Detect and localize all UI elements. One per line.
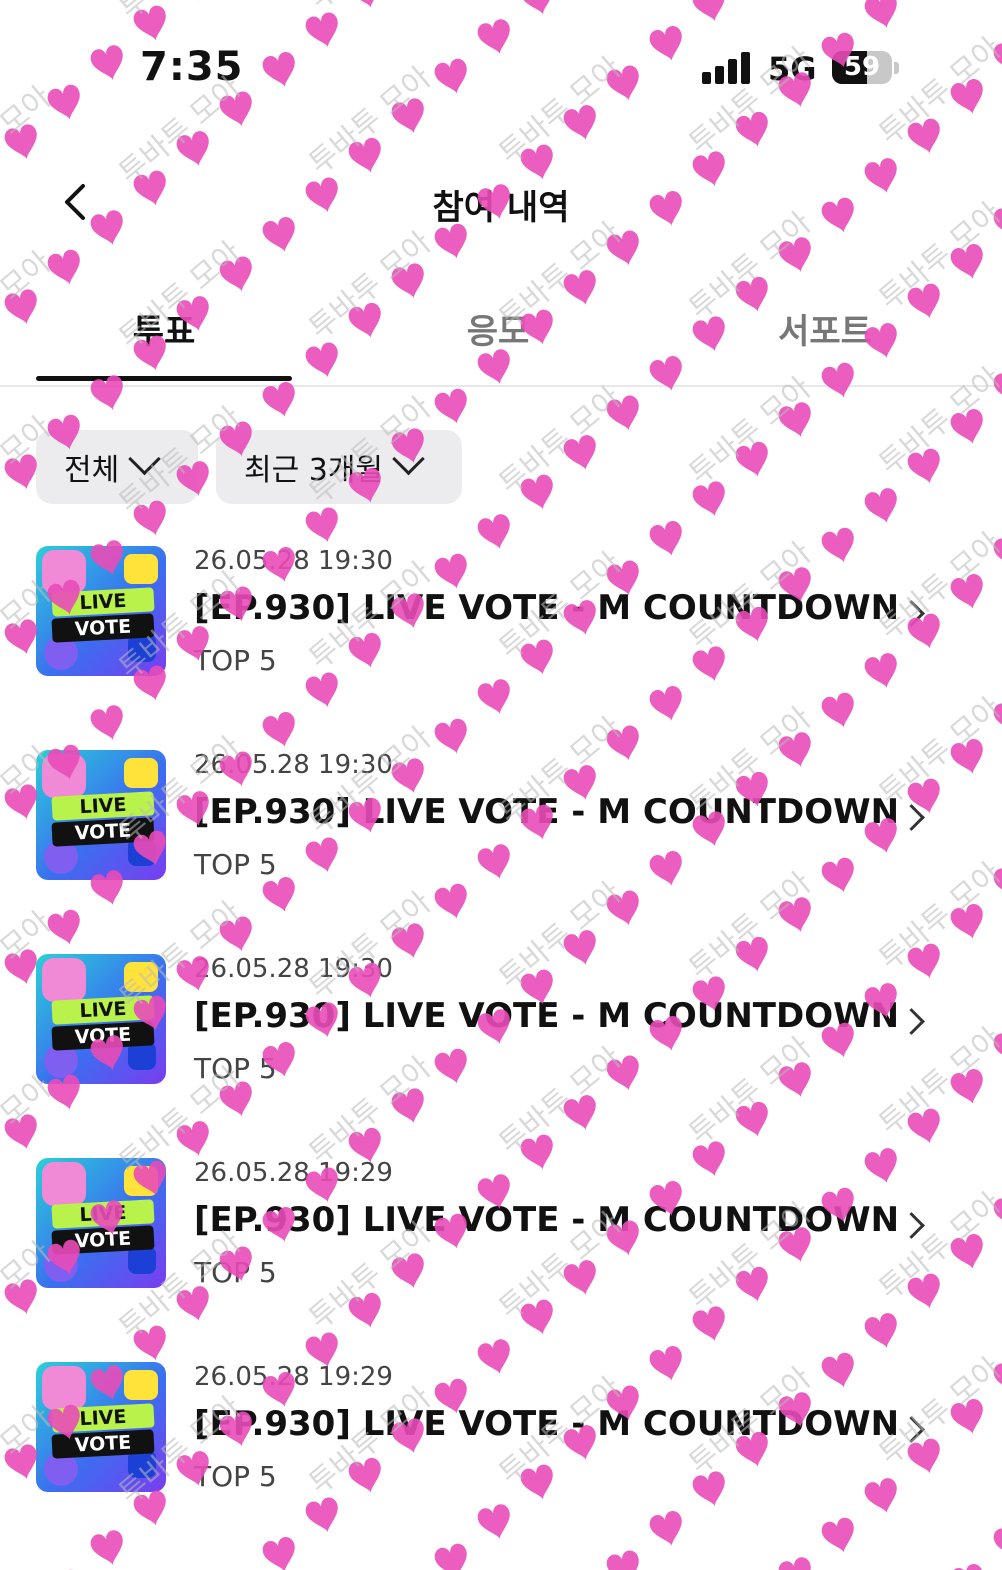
item-rank: TOP 5 bbox=[194, 1256, 277, 1289]
signal-icon bbox=[702, 52, 754, 84]
battery-icon: 59 bbox=[832, 51, 892, 84]
chevron-right-icon bbox=[898, 1416, 925, 1443]
heart-icon bbox=[735, 441, 768, 477]
battery-cap bbox=[894, 62, 899, 74]
header: 참여 내역 bbox=[0, 150, 1002, 250]
thumb-label: LIVE bbox=[51, 995, 155, 1025]
heart-icon bbox=[950, 409, 983, 445]
tab-support[interactable]: 서포트 bbox=[700, 304, 950, 353]
heart-icon bbox=[606, 395, 639, 431]
item-rank: TOP 5 bbox=[194, 1052, 277, 1085]
heart-icon bbox=[47, 249, 80, 285]
item-title: [EP.930] LIVE VOTE - M COUNTDOWN bbox=[194, 792, 900, 832]
live-vote-thumbnail: LIVE VOTE bbox=[36, 954, 166, 1084]
heart-icon bbox=[907, 448, 940, 484]
list-item[interactable]: LIVE VOTE 26.05.28 19:29 [EP.930] LIVE V… bbox=[0, 1336, 1002, 1540]
chevron-right-icon bbox=[898, 600, 925, 627]
tab-bar: 투표 응모 서포트 bbox=[0, 290, 1002, 387]
page-title: 참여 내역 bbox=[432, 188, 570, 228]
live-vote-thumbnail: LIVE VOTE bbox=[36, 1362, 166, 1492]
thumb-label: LIVE bbox=[51, 791, 155, 821]
item-date: 26.05.28 19:30 bbox=[194, 750, 393, 780]
status-bar: 7:35 5G 59 bbox=[0, 0, 1002, 130]
item-rank: TOP 5 bbox=[194, 1460, 277, 1493]
filter-period-dropdown[interactable]: 최근 3개월 bbox=[216, 430, 462, 504]
list-item[interactable]: LIVE VOTE 26.05.28 19:30 [EP.930] LIVE V… bbox=[0, 520, 1002, 724]
tab-entry[interactable]: 응모 bbox=[370, 304, 626, 353]
chevron-right-icon bbox=[898, 1008, 925, 1035]
heart-icon bbox=[778, 402, 811, 438]
battery-level: 59 bbox=[843, 52, 881, 82]
heart-icon bbox=[606, 1550, 639, 1570]
tab-vote[interactable]: 투표 bbox=[36, 304, 292, 353]
list-item[interactable]: LIVE VOTE 26.05.28 19:29 [EP.930] LIVE V… bbox=[0, 1132, 1002, 1336]
item-date: 26.05.28 19:30 bbox=[194, 954, 393, 984]
tab-indicator bbox=[36, 376, 292, 381]
live-vote-thumbnail: LIVE VOTE bbox=[36, 750, 166, 880]
filter-period-label: 최근 3개월 bbox=[244, 453, 384, 488]
chevron-right-icon bbox=[898, 1212, 925, 1239]
watermark-text: 투바투 모아 bbox=[683, 370, 819, 492]
item-rank: TOP 5 bbox=[194, 848, 277, 881]
heart-icon bbox=[434, 388, 467, 424]
chevron-down-icon bbox=[392, 442, 425, 475]
heart-icon bbox=[778, 1557, 811, 1570]
list-item[interactable]: LIVE VOTE 26.05.28 19:30 [EP.930] LIVE V… bbox=[0, 928, 1002, 1132]
watermark-text: 투바투 모아 bbox=[493, 380, 629, 502]
chevron-right-icon bbox=[898, 804, 925, 831]
item-title: [EP.930] LIVE VOTE - M COUNTDOWN bbox=[194, 1404, 900, 1444]
item-rank: TOP 5 bbox=[194, 644, 277, 677]
item-date: 26.05.28 19:29 bbox=[194, 1158, 393, 1188]
heart-icon bbox=[692, 481, 725, 517]
thumb-label: LIVE bbox=[51, 1199, 155, 1229]
heart-icon bbox=[434, 1543, 467, 1570]
network-label: 5G bbox=[768, 50, 817, 88]
item-title: [EP.930] LIVE VOTE - M COUNTDOWN bbox=[194, 588, 900, 628]
item-title: [EP.930] LIVE VOTE - M COUNTDOWN bbox=[194, 1200, 900, 1240]
thumb-label: LIVE bbox=[51, 587, 155, 617]
heart-icon bbox=[950, 1564, 983, 1570]
item-date: 26.05.28 19:29 bbox=[194, 1362, 393, 1392]
filter-all-label: 전체 bbox=[64, 453, 120, 488]
item-title: [EP.930] LIVE VOTE - M COUNTDOWN bbox=[194, 996, 900, 1036]
heart-icon bbox=[563, 435, 596, 471]
heart-icon bbox=[262, 1537, 295, 1570]
item-date: 26.05.28 19:30 bbox=[194, 546, 393, 576]
chevron-down-icon bbox=[128, 442, 161, 475]
list-item[interactable]: LIVE VOTE 26.05.28 19:30 [EP.930] LIVE V… bbox=[0, 724, 1002, 928]
thumb-label: LIVE bbox=[51, 1403, 155, 1433]
heart-icon bbox=[520, 474, 553, 510]
filter-all-dropdown[interactable]: 전체 bbox=[36, 430, 198, 504]
live-vote-thumbnail: LIVE VOTE bbox=[36, 1158, 166, 1288]
live-vote-thumbnail: LIVE VOTE bbox=[36, 546, 166, 676]
status-time: 7:35 bbox=[140, 44, 244, 90]
